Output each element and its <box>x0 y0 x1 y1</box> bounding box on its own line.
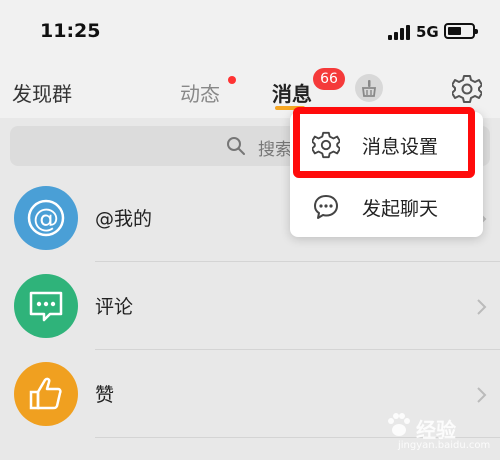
status-bar: 11:25 5G <box>0 0 500 62</box>
clear-unread-button[interactable] <box>355 74 383 102</box>
tab-discover-groups[interactable]: 发现群 <box>12 78 72 107</box>
at-icon: @ <box>14 186 78 250</box>
watermark-url: jingyan.baidu.com <box>398 440 491 451</box>
list-item-label: @我的 <box>95 208 153 230</box>
menu-item-label: 发起聊天 <box>362 198 439 220</box>
paw-logo-icon <box>388 413 410 436</box>
thumbs-up-icon <box>14 362 78 426</box>
list-item-label: 评论 <box>95 296 134 318</box>
feed-unread-dot <box>228 76 236 84</box>
search-placeholder: 搜索 <box>258 140 292 160</box>
comment-icon <box>14 274 78 338</box>
messages-unread-badge: 66 <box>313 68 345 90</box>
chat-bubble-icon <box>314 195 338 219</box>
tab-feed[interactable]: 动态 <box>180 78 220 107</box>
watermark: 经验 jingyan.baidu.com <box>384 402 496 458</box>
list-item-label: 赞 <box>95 384 115 406</box>
chevron-right-icon <box>477 299 487 315</box>
network-type: 5G <box>416 23 439 41</box>
broom-icon <box>361 80 377 97</box>
signal-icon <box>388 24 410 40</box>
svg-text:@: @ <box>33 204 59 234</box>
watermark-text: 经验 <box>416 418 456 442</box>
search-icon <box>227 137 245 155</box>
menu-item-start-chat[interactable]: 发起聊天 <box>290 176 483 236</box>
gear-icon[interactable] <box>452 74 482 104</box>
list-item-comments[interactable]: 评论 <box>0 262 500 350</box>
battery-icon <box>444 23 478 39</box>
tab-messages[interactable]: 消息 <box>272 78 312 107</box>
annotation-highlight-box <box>293 107 475 178</box>
status-time: 11:25 <box>40 20 101 42</box>
